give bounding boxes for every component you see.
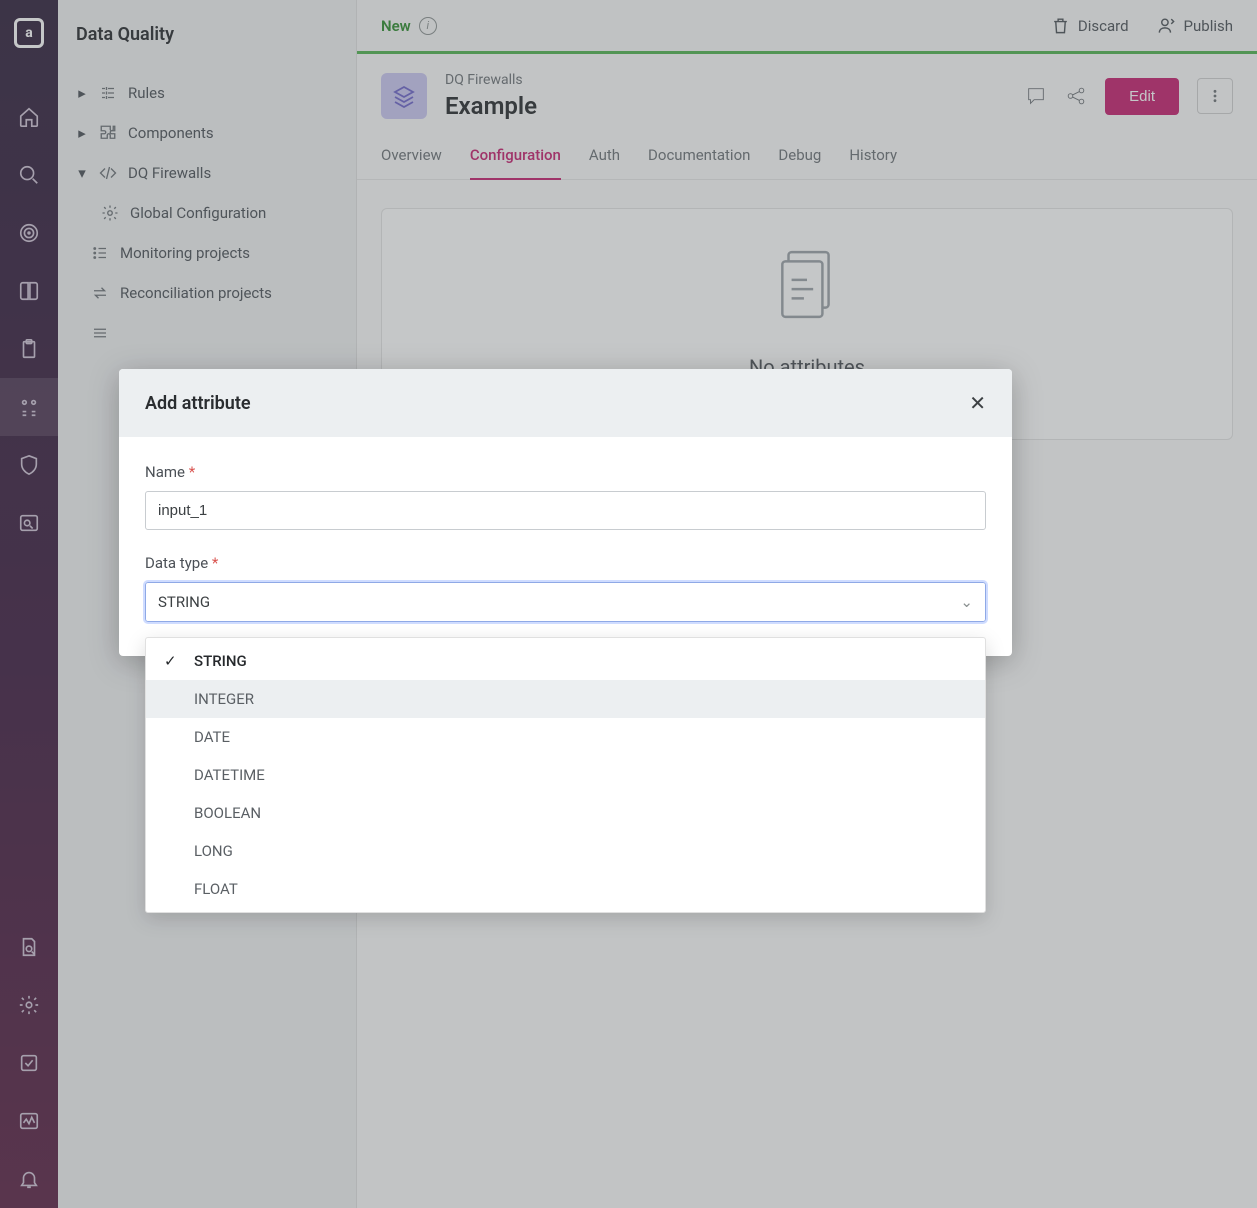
datatype-select[interactable]: STRING ⌄ [145,582,986,622]
required-mark: * [212,554,218,572]
option-datetime[interactable]: DATETIME [146,756,985,794]
datatype-dropdown: STRING INTEGER DATE DATETIME BOOLEAN LON… [145,637,986,913]
option-boolean[interactable]: BOOLEAN [146,794,985,832]
option-integer[interactable]: INTEGER [146,680,985,718]
datatype-value: STRING [158,593,210,611]
name-input[interactable] [145,491,986,530]
option-date[interactable]: DATE [146,718,985,756]
close-icon[interactable]: ✕ [969,391,986,415]
modal-title: Add attribute [145,393,251,414]
name-label: Name * [145,463,986,481]
option-float[interactable]: FLOAT [146,870,985,908]
name-field: Name * [145,463,986,530]
chevron-down-icon: ⌄ [960,593,973,611]
add-attribute-modal: Add attribute ✕ Name * Data type * STRIN… [119,369,1012,656]
datatype-label: Data type * [145,554,986,572]
required-mark: * [189,463,195,481]
datatype-field: Data type * STRING ⌄ [145,554,986,622]
modal-header: Add attribute ✕ [119,369,1012,437]
option-long[interactable]: LONG [146,832,985,870]
option-string[interactable]: STRING [146,642,985,680]
